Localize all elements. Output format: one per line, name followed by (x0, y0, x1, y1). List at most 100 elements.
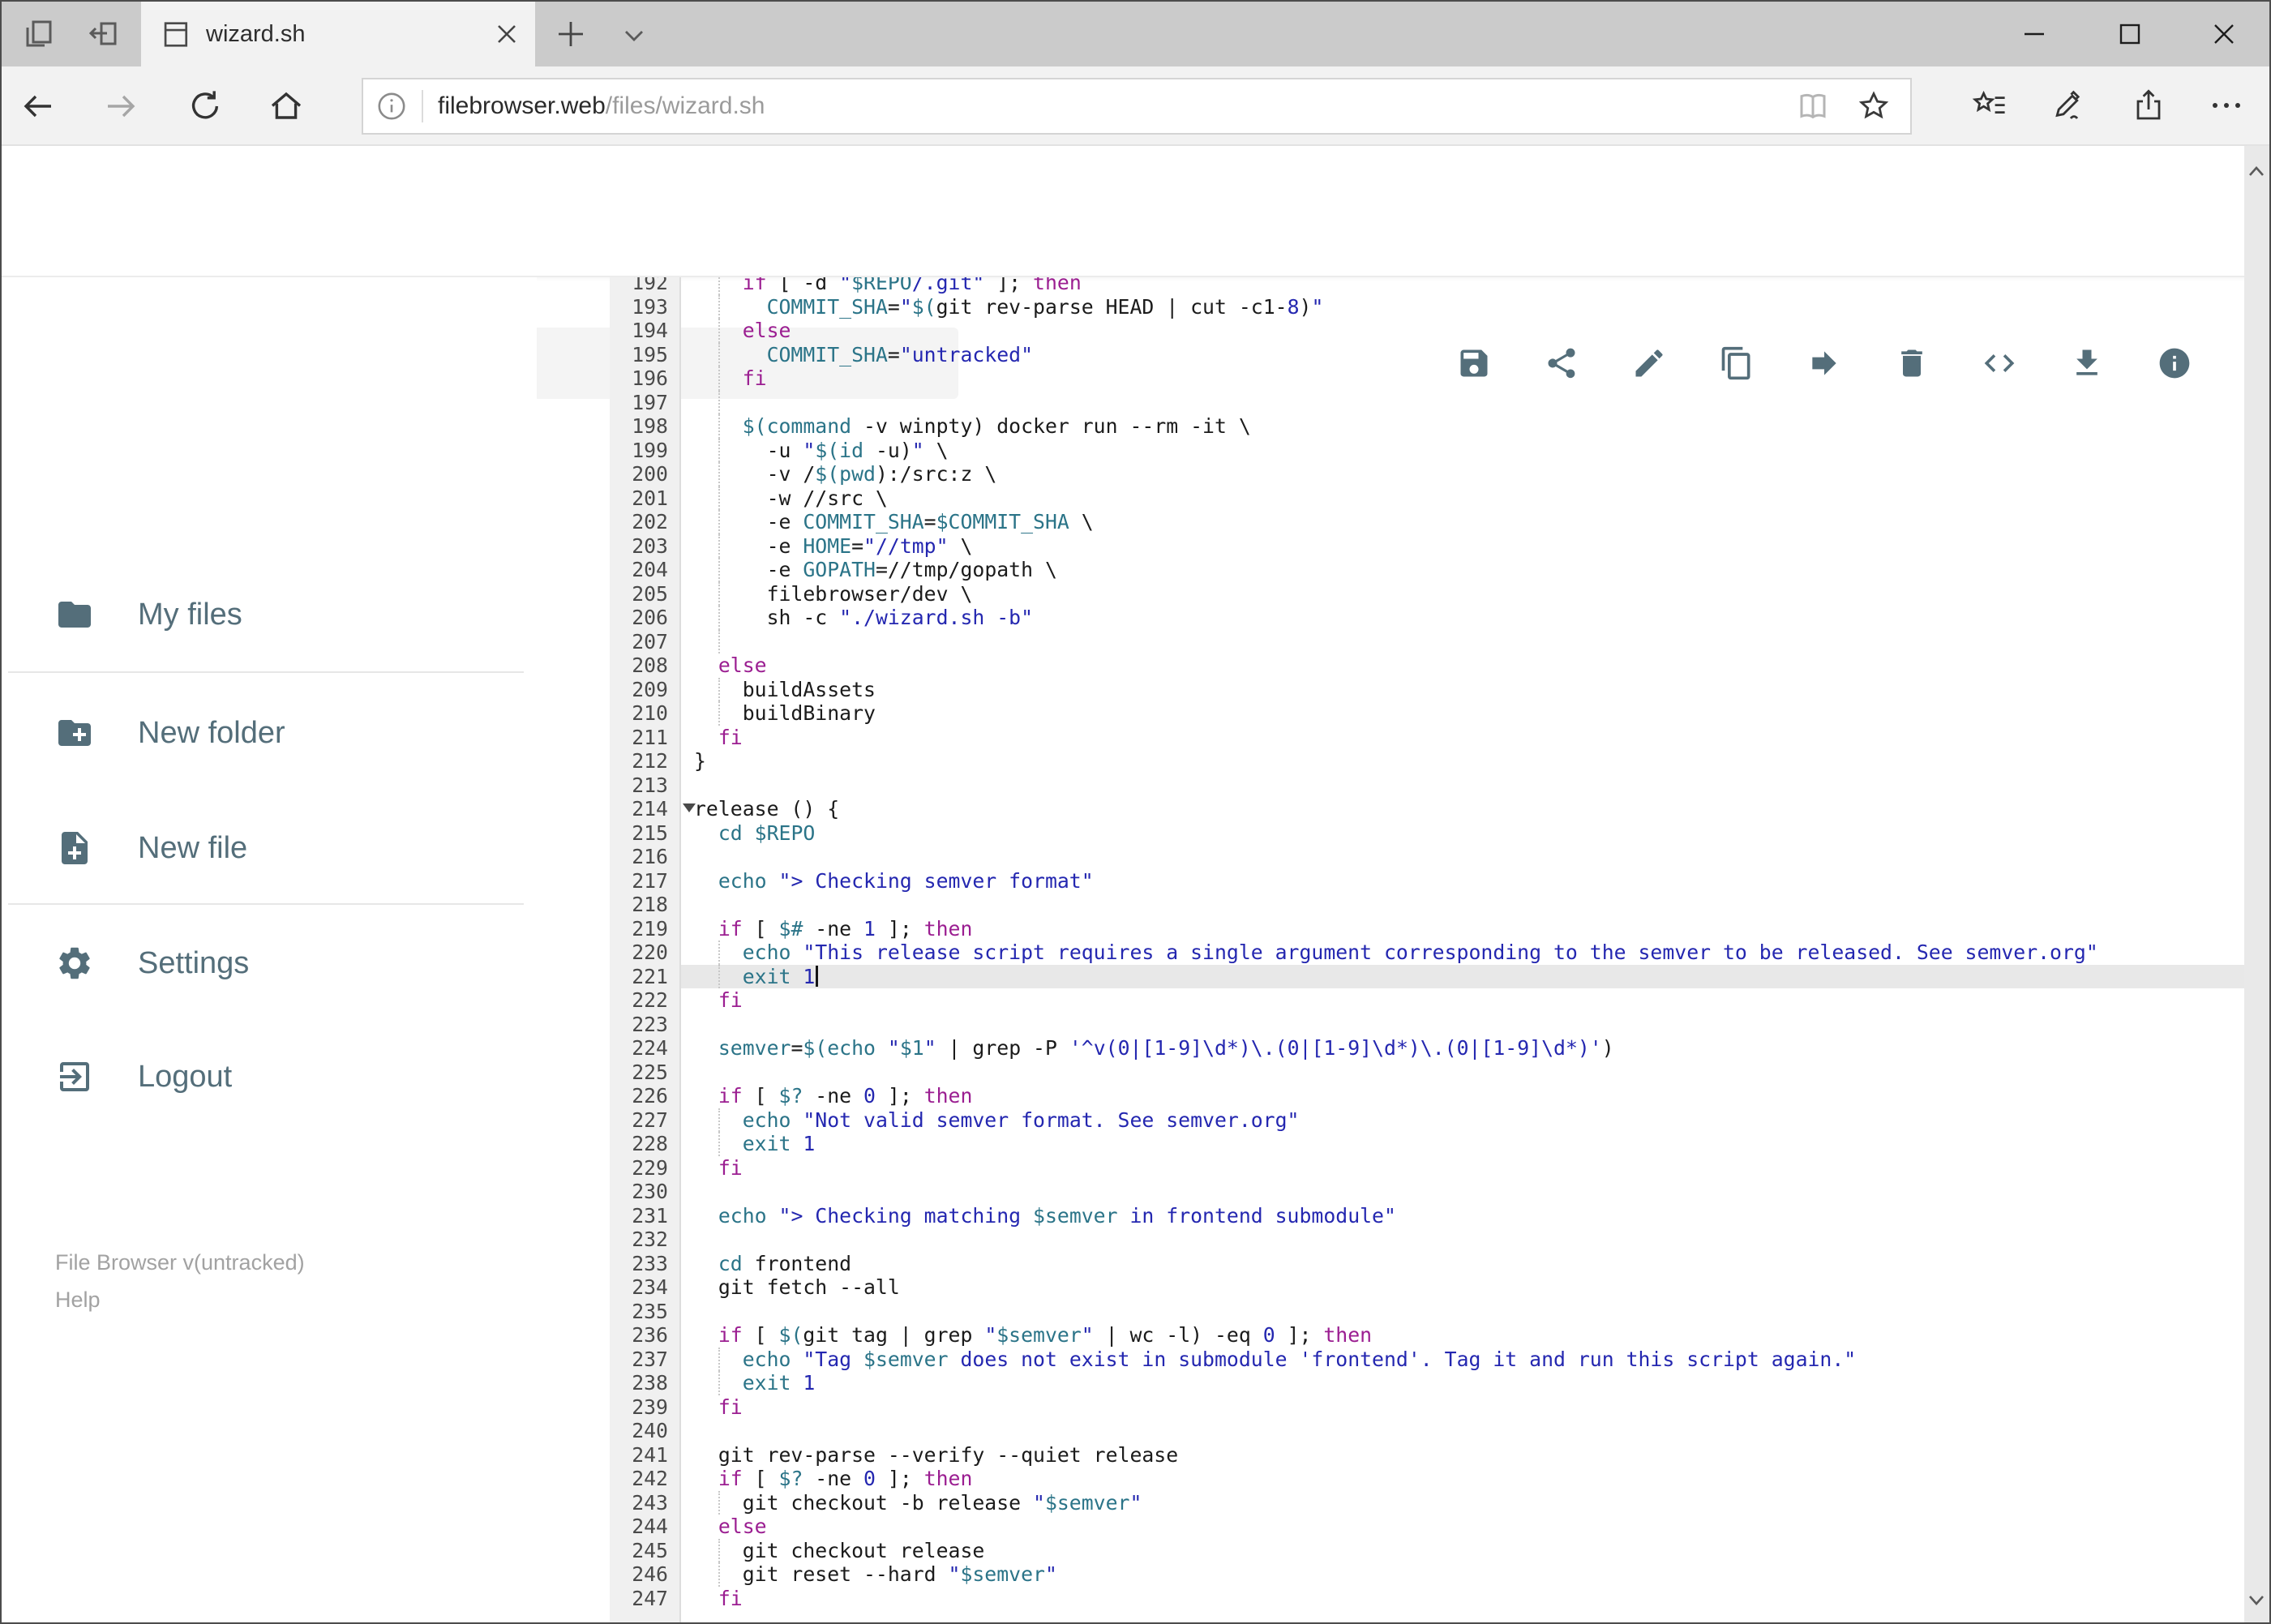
code-line[interactable]: 218 (610, 893, 2247, 917)
scroll-up-icon[interactable] (2248, 165, 2265, 177)
gear-icon (55, 944, 94, 983)
browser-navbar: filebrowser.web/files/wizard.sh (2, 66, 2269, 146)
code-line[interactable]: 220 echo "This release script requires a… (610, 941, 2247, 965)
tab-close-icon[interactable] (495, 22, 519, 46)
code-line[interactable]: 243 git checkout -b release "$semver" (610, 1490, 2247, 1515)
line-number: 222 (610, 988, 681, 1013)
code-line[interactable]: 211 fi (610, 725, 2247, 749)
code-line[interactable]: 229 fi (610, 1155, 2247, 1180)
favorite-star-icon[interactable] (1857, 89, 1891, 123)
code-line[interactable]: 240 (610, 1419, 2247, 1443)
sidebar-item-new-folder[interactable]: New folder (55, 712, 285, 754)
scroll-down-icon[interactable] (2248, 1595, 2265, 1606)
line-number: 237 (610, 1347, 681, 1371)
sidebar-item-my-files[interactable]: My files (55, 593, 242, 636)
code-line[interactable]: 209 buildAssets (610, 677, 2247, 701)
code-line[interactable]: 197 (610, 390, 2247, 414)
window-maximize-button[interactable] (2092, 2, 2168, 66)
code-line[interactable]: 206 sh -c "./wizard.sh -b" (610, 606, 2247, 630)
code-line[interactable]: 215 cd $REPO (610, 821, 2247, 845)
code-line[interactable]: 242 if [ $? -ne 0 ]; then (610, 1467, 2247, 1491)
code-line[interactable]: 216 (610, 845, 2247, 869)
code-editor[interactable]: 192 if [ -d "$REPO/.git" ]; then 193 COMM… (610, 277, 2247, 1622)
sidebar-item-logout[interactable]: Logout (55, 1056, 232, 1098)
forward-icon[interactable] (102, 88, 139, 125)
code-line[interactable]: 232 (610, 1228, 2247, 1252)
code-text: if [ $(git tag | grep "$semver" | wc -l)… (718, 1323, 1373, 1347)
new-tab-button[interactable] (553, 16, 589, 52)
line-number: 204 (610, 558, 681, 582)
code-line[interactable]: 221 exit 1 (610, 964, 2247, 988)
code-line[interactable]: 246 git reset --hard "$semver" (610, 1562, 2247, 1587)
code-line[interactable]: 239 fi (610, 1395, 2247, 1419)
help-link[interactable]: Help (55, 1281, 101, 1318)
code-line[interactable]: 212} (610, 749, 2247, 773)
code-line[interactable]: 234 git fetch --all (610, 1275, 2247, 1300)
more-options-icon[interactable] (2209, 88, 2244, 123)
code-line[interactable]: 227 echo "Not valid semver format. See s… (610, 1108, 2247, 1132)
browser-share-icon[interactable] (2131, 88, 2166, 123)
code-line[interactable]: 238 exit 1 (610, 1371, 2247, 1395)
code-line[interactable]: 237 echo "Tag $semver does not exist in … (610, 1347, 2247, 1371)
code-line[interactable]: 194 else (610, 319, 2247, 343)
code-line[interactable]: 208 else (610, 653, 2247, 678)
code-line[interactable]: 235 (610, 1299, 2247, 1323)
code-line[interactable]: 222 fi (610, 988, 2247, 1013)
code-line[interactable]: 233 cd frontend (610, 1251, 2247, 1275)
code-line[interactable]: 244 else (610, 1515, 2247, 1539)
code-line[interactable]: 236 if [ $(git tag | grep "$semver" | wc… (610, 1323, 2247, 1348)
code-line[interactable]: 228 exit 1 (610, 1132, 2247, 1156)
code-line[interactable]: 195 COMMIT_SHA="untracked" (610, 342, 2247, 367)
code-line[interactable]: 245 git checkout release (610, 1538, 2247, 1562)
code-line[interactable]: 196 fi (610, 366, 2247, 391)
code-line[interactable]: 219 if [ $# -ne 1 ]; then (610, 916, 2247, 941)
code-line[interactable]: 205 filebrowser/dev \ (610, 581, 2247, 606)
window-minimize-button[interactable] (1996, 2, 2072, 66)
code-line[interactable]: 231 echo "> Checking matching $semver in… (610, 1203, 2247, 1228)
hub-favorites-icon[interactable] (1972, 88, 2007, 123)
code-text: -u "$(id -u)" \ (681, 438, 2247, 463)
sidebar-item-settings[interactable]: Settings (55, 942, 249, 984)
browser-tab[interactable]: wizard.sh (141, 2, 535, 66)
code-line[interactable]: 217 echo "> Checking semver format" (610, 868, 2247, 893)
code-line[interactable]: 207 (610, 629, 2247, 653)
code-line[interactable]: 230 (610, 1180, 2247, 1204)
code-text: COMMIT_SHA="untracked" (681, 342, 2247, 367)
tab-preview-icon[interactable] (21, 16, 57, 52)
home-icon[interactable] (268, 88, 305, 125)
code-line[interactable]: 201 -w //src \ (610, 486, 2247, 510)
line-number: 226 (610, 1084, 681, 1108)
code-line[interactable]: 199 -u "$(id -u)" \ (610, 438, 2247, 463)
code-line[interactable]: 241 git rev-parse --verify --quiet relea… (610, 1442, 2247, 1467)
code-line[interactable]: 203 -e HOME="//tmp" \ (610, 533, 2247, 558)
code-line[interactable]: 198 $(command -v winpty) docker run --rm… (610, 414, 2247, 439)
code-line[interactable]: 192 if [ -d "$REPO/.git" ]; then (610, 277, 2247, 295)
code-line[interactable]: 202 -e COMMIT_SHA=$COMMIT_SHA \ (610, 510, 2247, 534)
refresh-icon[interactable] (186, 88, 224, 125)
url-text[interactable]: filebrowser.web/files/wizard.sh (438, 92, 1795, 120)
set-aside-tabs-icon[interactable] (86, 16, 122, 52)
reading-view-icon[interactable] (1795, 88, 1831, 124)
page-scrollbar[interactable] (2244, 146, 2269, 1622)
window-close-button[interactable] (2186, 2, 2262, 66)
code-line[interactable]: 204 -e GOPATH=//tmp/gopath \ (610, 558, 2247, 582)
site-info-icon[interactable] (376, 91, 407, 122)
code-text: if [ $# -ne 1 ]; then (718, 916, 973, 941)
code-line[interactable]: 226 if [ $? -ne 0 ]; then (610, 1084, 2247, 1108)
code-line[interactable]: 247 fi (610, 1586, 2247, 1610)
address-bar[interactable]: filebrowser.web/files/wizard.sh (362, 78, 1912, 135)
code-line[interactable]: 225 (610, 1060, 2247, 1084)
code-line[interactable]: 210 buildBinary (610, 701, 2247, 726)
tab-list-chevron-icon[interactable] (621, 23, 647, 49)
code-line[interactable]: 224 semver=$(echo "$1" | grep -P '^v(0|[… (610, 1036, 2247, 1061)
code-line[interactable]: 214 release () { (610, 797, 2247, 821)
annotate-pen-icon[interactable] (2050, 88, 2085, 123)
back-icon[interactable] (19, 88, 57, 125)
code-line[interactable]: 193 COMMIT_SHA="$(git rev-parse HEAD | c… (610, 294, 2247, 319)
code-line[interactable]: 213 (610, 773, 2247, 797)
sidebar-item-new-file[interactable]: New file (55, 827, 247, 869)
code-line[interactable]: 223 (610, 1012, 2247, 1036)
code-line[interactable]: 200 -v /$(pwd):/src:z \ (610, 462, 2247, 486)
tab-strip: wizard.sh (2, 2, 2269, 66)
